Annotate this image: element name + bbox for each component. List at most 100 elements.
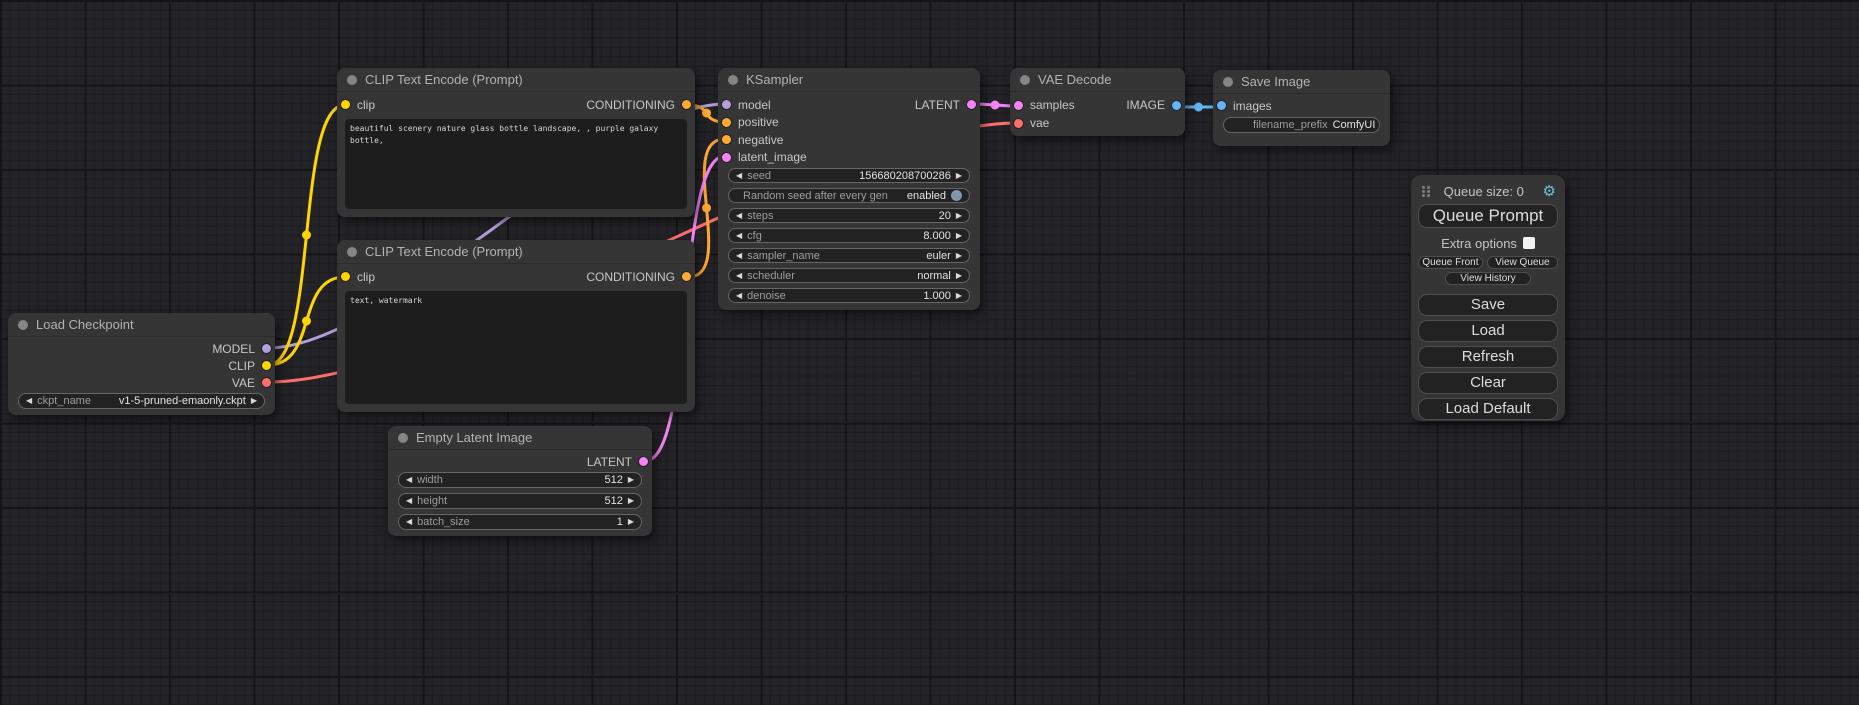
decrement-arrow-icon[interactable]: ◀ (406, 476, 412, 484)
input-label: model (738, 98, 771, 112)
output-port-conditioning[interactable] (682, 100, 691, 109)
node-titlebar[interactable]: Load Checkpoint (8, 313, 275, 337)
collapse-dot-icon[interactable] (728, 75, 738, 85)
input-port-negative[interactable] (722, 135, 731, 144)
seed-widget[interactable]: ◀ seed 156680208700286 ▶ (728, 168, 970, 183)
link-dot (702, 204, 711, 213)
widget-value: v1-5-pruned-emaonly.ckpt (119, 395, 246, 407)
increment-arrow-icon[interactable]: ▶ (956, 172, 962, 180)
collapse-dot-icon[interactable] (18, 320, 28, 330)
output-port-model[interactable] (262, 344, 271, 353)
node-clip-text-encode-negative[interactable]: CLIP Text Encode (Prompt) clip CONDITION… (337, 240, 695, 412)
output-label: MODEL (212, 342, 255, 356)
output-label: CONDITIONING (586, 98, 675, 112)
ckpt-name-widget[interactable]: ◀ ckpt_name v1-5-pruned-emaonly.ckpt ▶ (18, 393, 265, 409)
steps-widget[interactable]: ◀ steps 20 ▶ (728, 208, 970, 223)
increment-arrow-icon[interactable]: ▶ (956, 212, 962, 220)
sampler-name-widget[interactable]: ◀ sampler_name euler ▶ (728, 248, 970, 263)
node-title: CLIP Text Encode (Prompt) (365, 72, 523, 87)
save-button[interactable]: Save (1418, 294, 1558, 316)
prompt-textarea[interactable]: text, watermark (345, 291, 687, 404)
increment-arrow-icon[interactable]: ▶ (628, 476, 634, 484)
collapse-dot-icon[interactable] (347, 75, 357, 85)
width-widget[interactable]: ◀ width 512 ▶ (398, 472, 642, 488)
link-dot (991, 101, 1000, 110)
load-default-button[interactable]: Load Default (1418, 398, 1558, 420)
node-titlebar[interactable]: KSampler (718, 68, 980, 92)
input-port-clip[interactable] (341, 272, 350, 281)
input-port-model[interactable] (722, 100, 731, 109)
height-widget[interactable]: ◀ height 512 ▶ (398, 493, 642, 509)
widget-label: seed (747, 170, 771, 182)
filename-prefix-widget[interactable]: filename_prefix ComfyUI (1223, 117, 1380, 133)
node-save-image[interactable]: Save Image images filename_prefix ComfyU… (1213, 70, 1390, 146)
collapse-dot-icon[interactable] (398, 433, 408, 443)
increment-arrow-icon[interactable]: ▶ (628, 518, 634, 526)
queue-prompt-button[interactable]: Queue Prompt (1418, 204, 1558, 228)
increment-arrow-icon[interactable]: ▶ (956, 292, 962, 300)
output-port-latent[interactable] (639, 457, 648, 466)
input-port-vae[interactable] (1014, 119, 1023, 128)
increment-arrow-icon[interactable]: ▶ (251, 397, 257, 405)
random-seed-toggle-widget[interactable]: Random seed after every gen enabled (728, 188, 970, 203)
input-port-images[interactable] (1217, 101, 1226, 110)
queue-size-label: Queue size: 0 (1425, 184, 1543, 199)
node-titlebar[interactable]: CLIP Text Encode (Prompt) (337, 240, 695, 264)
batch-size-widget[interactable]: ◀ batch_size 1 ▶ (398, 514, 642, 530)
decrement-arrow-icon[interactable]: ◀ (736, 292, 742, 300)
collapse-dot-icon[interactable] (1020, 75, 1030, 85)
decrement-arrow-icon[interactable]: ◀ (736, 212, 742, 220)
output-port-vae[interactable] (262, 378, 271, 387)
node-title: Save Image (1241, 74, 1310, 89)
node-clip-text-encode-positive[interactable]: CLIP Text Encode (Prompt) clip CONDITION… (337, 68, 695, 217)
output-port-conditioning[interactable] (682, 272, 691, 281)
decrement-arrow-icon[interactable]: ◀ (406, 518, 412, 526)
scheduler-widget[interactable]: ◀ scheduler normal ▶ (728, 268, 970, 283)
node-vae-decode[interactable]: VAE Decode samples IMAGE vae (1010, 68, 1185, 136)
node-load-checkpoint[interactable]: Load Checkpoint MODEL CLIP VAE ◀ ckpt_na… (8, 313, 275, 415)
prompt-textarea[interactable]: beautiful scenery nature glass bottle la… (345, 119, 687, 209)
input-port-samples[interactable] (1014, 101, 1023, 110)
collapse-dot-icon[interactable] (347, 247, 357, 257)
view-history-button[interactable]: View History (1445, 272, 1531, 285)
decrement-arrow-icon[interactable]: ◀ (736, 172, 742, 180)
input-port-positive[interactable] (722, 118, 731, 127)
node-title: Empty Latent Image (416, 430, 532, 445)
toggle-dot[interactable] (951, 190, 962, 201)
node-titlebar[interactable]: Empty Latent Image (388, 426, 652, 450)
output-port-clip[interactable] (262, 361, 271, 370)
decrement-arrow-icon[interactable]: ◀ (736, 252, 742, 260)
view-queue-button[interactable]: View Queue (1487, 256, 1558, 269)
input-port-latent-image[interactable] (722, 153, 731, 162)
node-empty-latent-image[interactable]: Empty Latent Image LATENT ◀ width 512 ▶ … (388, 426, 652, 536)
decrement-arrow-icon[interactable]: ◀ (26, 397, 32, 405)
node-ksampler[interactable]: KSampler model LATENT positive negative … (718, 68, 980, 310)
decrement-arrow-icon[interactable]: ◀ (406, 497, 412, 505)
input-port-clip[interactable] (341, 100, 350, 109)
increment-arrow-icon[interactable]: ▶ (628, 497, 634, 505)
node-titlebar[interactable]: VAE Decode (1010, 68, 1185, 92)
collapse-dot-icon[interactable] (1223, 77, 1233, 87)
queue-front-button[interactable]: Queue Front (1418, 256, 1483, 269)
widget-label: cfg (747, 230, 762, 242)
node-titlebar[interactable]: Save Image (1213, 70, 1390, 94)
increment-arrow-icon[interactable]: ▶ (956, 252, 962, 260)
input-label: clip (357, 270, 375, 284)
increment-arrow-icon[interactable]: ▶ (956, 272, 962, 280)
decrement-arrow-icon[interactable]: ◀ (736, 232, 742, 240)
decrement-arrow-icon[interactable]: ◀ (736, 272, 742, 280)
widget-value: euler (926, 250, 950, 262)
denoise-widget[interactable]: ◀ denoise 1.000 ▶ (728, 288, 970, 303)
output-port-image[interactable] (1172, 101, 1181, 110)
output-label: LATENT (915, 98, 960, 112)
refresh-button[interactable]: Refresh (1418, 346, 1558, 368)
node-titlebar[interactable]: CLIP Text Encode (Prompt) (337, 68, 695, 92)
link-dot (702, 109, 711, 118)
extra-options-checkbox[interactable] (1523, 237, 1535, 249)
clear-button[interactable]: Clear (1418, 372, 1558, 394)
settings-gear-icon[interactable]: ⚙ (1543, 184, 1556, 199)
load-button[interactable]: Load (1418, 320, 1558, 342)
increment-arrow-icon[interactable]: ▶ (956, 232, 962, 240)
output-port-latent[interactable] (967, 100, 976, 109)
cfg-widget[interactable]: ◀ cfg 8.000 ▶ (728, 228, 970, 243)
